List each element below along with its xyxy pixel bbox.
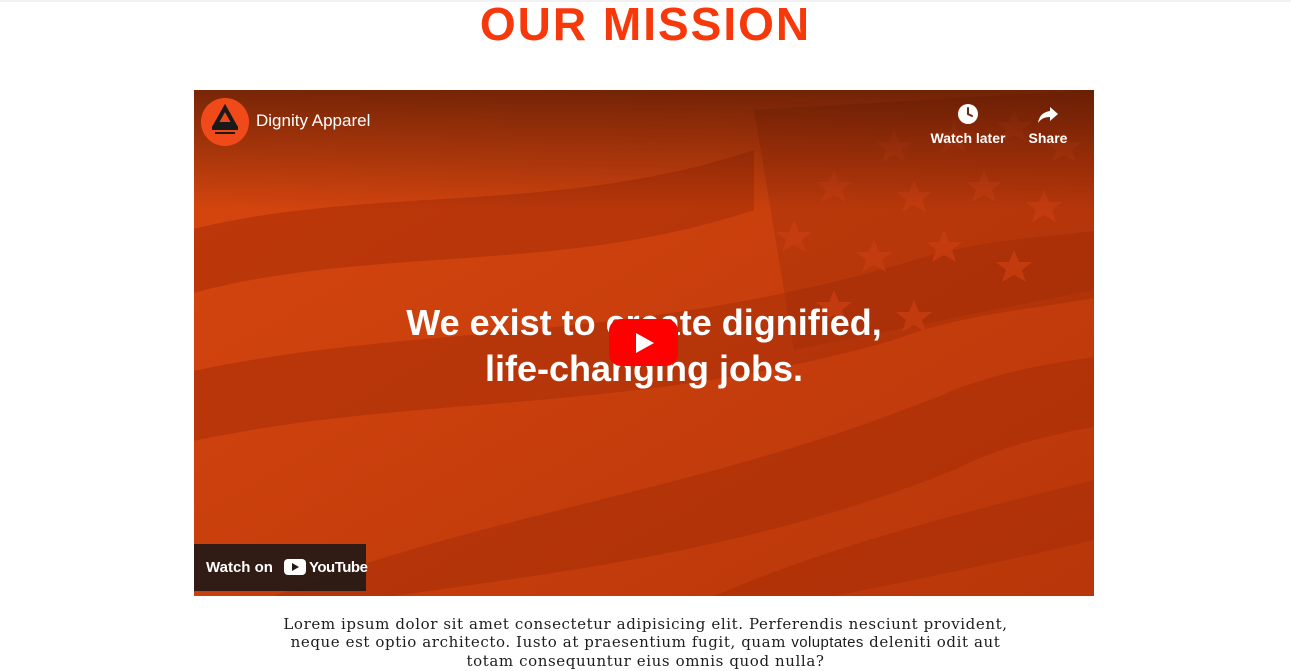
youtube-wordmark: YouTube bbox=[309, 559, 368, 576]
share-arrow-icon bbox=[1038, 107, 1058, 123]
page-title: OUR MISSION bbox=[479, 0, 812, 50]
watch-on-label: Watch on bbox=[206, 559, 273, 576]
paragraph-text-2: voluptates bbox=[791, 634, 864, 651]
channel-avatar[interactable] bbox=[201, 98, 249, 146]
share-label: Share bbox=[1028, 130, 1068, 146]
youtube-logo-icon bbox=[284, 559, 306, 575]
mission-paragraph: Lorem ipsum dolor sit amet consectetur a… bbox=[270, 615, 1021, 670]
embedded-video[interactable]: Dignity Apparel Watch later Share We exi… bbox=[194, 90, 1094, 596]
channel-name[interactable]: Dignity Apparel bbox=[256, 111, 370, 131]
watch-later-button[interactable]: Watch later bbox=[928, 102, 1008, 146]
dignity-logo-icon bbox=[201, 98, 249, 146]
watch-on-youtube-button[interactable]: Watch on YouTube bbox=[194, 544, 368, 591]
watch-later-label: Watch later bbox=[930, 130, 1006, 146]
play-button[interactable] bbox=[609, 319, 678, 366]
clock-icon bbox=[958, 104, 978, 124]
play-icon bbox=[636, 333, 654, 353]
share-button[interactable]: Share bbox=[1008, 102, 1088, 146]
